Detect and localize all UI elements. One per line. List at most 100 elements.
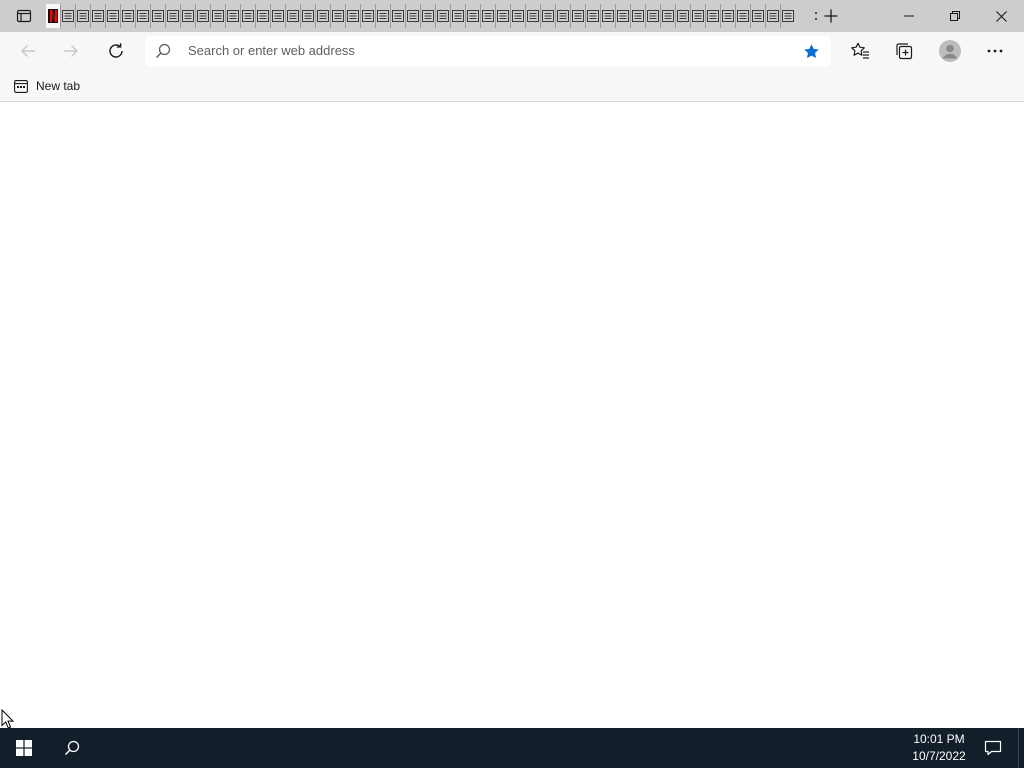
close-window-button[interactable]: [978, 0, 1024, 32]
browser-tab[interactable]: [330, 4, 345, 28]
netflix-icon: [48, 9, 58, 23]
browser-tab[interactable]: [765, 4, 780, 28]
clock-date: 10/7/2022: [912, 749, 966, 763]
browser-tab[interactable]: [375, 4, 390, 28]
restore-button[interactable]: [932, 0, 978, 32]
generic-page-icon: [692, 10, 704, 22]
browser-tab[interactable]: [525, 4, 540, 28]
browser-tab[interactable]: [735, 4, 750, 28]
generic-page-icon: [602, 10, 614, 22]
start-button[interactable]: [0, 728, 48, 768]
browser-tab[interactable]: [555, 4, 570, 28]
restore-icon: [950, 11, 960, 21]
browser-tab[interactable]: [195, 4, 210, 28]
back-button[interactable]: [11, 34, 45, 68]
browser-tab[interactable]: [270, 4, 285, 28]
browser-tab[interactable]: [105, 4, 120, 28]
generic-page-icon: [632, 10, 644, 22]
browser-tab[interactable]: [570, 4, 585, 28]
browser-tab[interactable]: [405, 4, 420, 28]
new-tab-button[interactable]: [818, 3, 844, 29]
browser-tab[interactable]: [120, 4, 135, 28]
browser-tab[interactable]: [600, 4, 615, 28]
generic-page-icon: [407, 10, 419, 22]
browser-tab[interactable]: [705, 4, 720, 28]
browser-tab[interactable]: [510, 4, 525, 28]
collections-button[interactable]: [887, 34, 921, 68]
browser-tab[interactable]: [390, 4, 405, 28]
browser-tab[interactable]: [345, 4, 360, 28]
browser-tab[interactable]: [315, 4, 330, 28]
generic-page-icon: [512, 10, 524, 22]
browser-tab[interactable]: [540, 4, 555, 28]
generic-page-icon: [167, 10, 179, 22]
taskbar-search-button[interactable]: [48, 728, 96, 768]
favorites-bar-item-label: New tab: [36, 79, 81, 93]
mouse-cursor-icon: [1, 709, 15, 729]
address-bar-placeholder[interactable]: Search or enter web address: [188, 43, 355, 59]
browser-tab-active[interactable]: [46, 4, 60, 28]
browser-tab[interactable]: [300, 4, 315, 28]
browser-tab[interactable]: [210, 4, 225, 28]
browser-tab[interactable]: [465, 4, 480, 28]
browser-tab[interactable]: [720, 4, 735, 28]
generic-page-icon: [227, 10, 239, 22]
minimize-icon: [904, 15, 914, 17]
browser-tab[interactable]: [645, 4, 660, 28]
browser-tab[interactable]: [255, 4, 270, 28]
taskbar: 10:01 PM 10/7/2022: [0, 728, 1024, 768]
browser-tab[interactable]: [60, 4, 75, 28]
generic-page-icon: [572, 10, 584, 22]
favorites-bar-item-new-tab[interactable]: New tab: [10, 74, 84, 98]
browser-tab[interactable]: [495, 4, 510, 28]
browser-tab[interactable]: [780, 4, 795, 28]
browser-tab[interactable]: [675, 4, 690, 28]
browser-tab[interactable]: [435, 4, 450, 28]
browser-tab[interactable]: [180, 4, 195, 28]
browser-tab[interactable]: [285, 4, 300, 28]
browser-tab[interactable]: [90, 4, 105, 28]
settings-more-button[interactable]: [978, 34, 1012, 68]
forward-button[interactable]: [54, 34, 88, 68]
browser-tab[interactable]: [165, 4, 180, 28]
browser-tab[interactable]: [225, 4, 240, 28]
browser-tab[interactable]: [450, 4, 465, 28]
taskbar-clock[interactable]: 10:01 PM 10/7/2022: [900, 731, 978, 765]
tab-actions-menu-button[interactable]: [8, 0, 40, 32]
generic-page-icon: [707, 10, 719, 22]
navigation-toolbar: Search or enter web address: [0, 32, 1024, 70]
show-desktop-button[interactable]: [1018, 728, 1024, 768]
minimize-button[interactable]: [886, 0, 932, 32]
browser-tab[interactable]: [615, 4, 630, 28]
browser-tab[interactable]: [750, 4, 765, 28]
refresh-button[interactable]: [99, 34, 133, 68]
browser-tab[interactable]: [240, 4, 255, 28]
browser-tab[interactable]: [75, 4, 90, 28]
browser-tab[interactable]: [660, 4, 675, 28]
notification-icon: [984, 740, 1002, 756]
browser-tab[interactable]: [585, 4, 600, 28]
profile-button[interactable]: [933, 34, 967, 68]
collections-icon: [896, 43, 913, 60]
clock-time: 10:01 PM: [913, 732, 965, 746]
page-content[interactable]: [0, 103, 1024, 728]
browser-tab[interactable]: [690, 4, 705, 28]
generic-page-icon: [647, 10, 659, 22]
favorite-star-button[interactable]: [801, 41, 821, 61]
generic-page-icon: [557, 10, 569, 22]
generic-page-icon: [527, 10, 539, 22]
browser-tab[interactable]: [420, 4, 435, 28]
address-bar[interactable]: Search or enter web address: [145, 36, 831, 66]
action-center-button[interactable]: [978, 728, 1008, 768]
browser-tab[interactable]: [150, 4, 165, 28]
generic-page-icon: [347, 10, 359, 22]
favorites-button[interactable]: [843, 34, 877, 68]
refresh-icon: [109, 43, 123, 58]
browser-tab[interactable]: [480, 4, 495, 28]
generic-page-icon: [242, 10, 254, 22]
browser-tab[interactable]: [360, 4, 375, 28]
new-tab-favorite-icon: [14, 80, 28, 93]
browser-tab[interactable]: [630, 4, 645, 28]
avatar-icon: [939, 40, 961, 62]
browser-tab[interactable]: [135, 4, 150, 28]
